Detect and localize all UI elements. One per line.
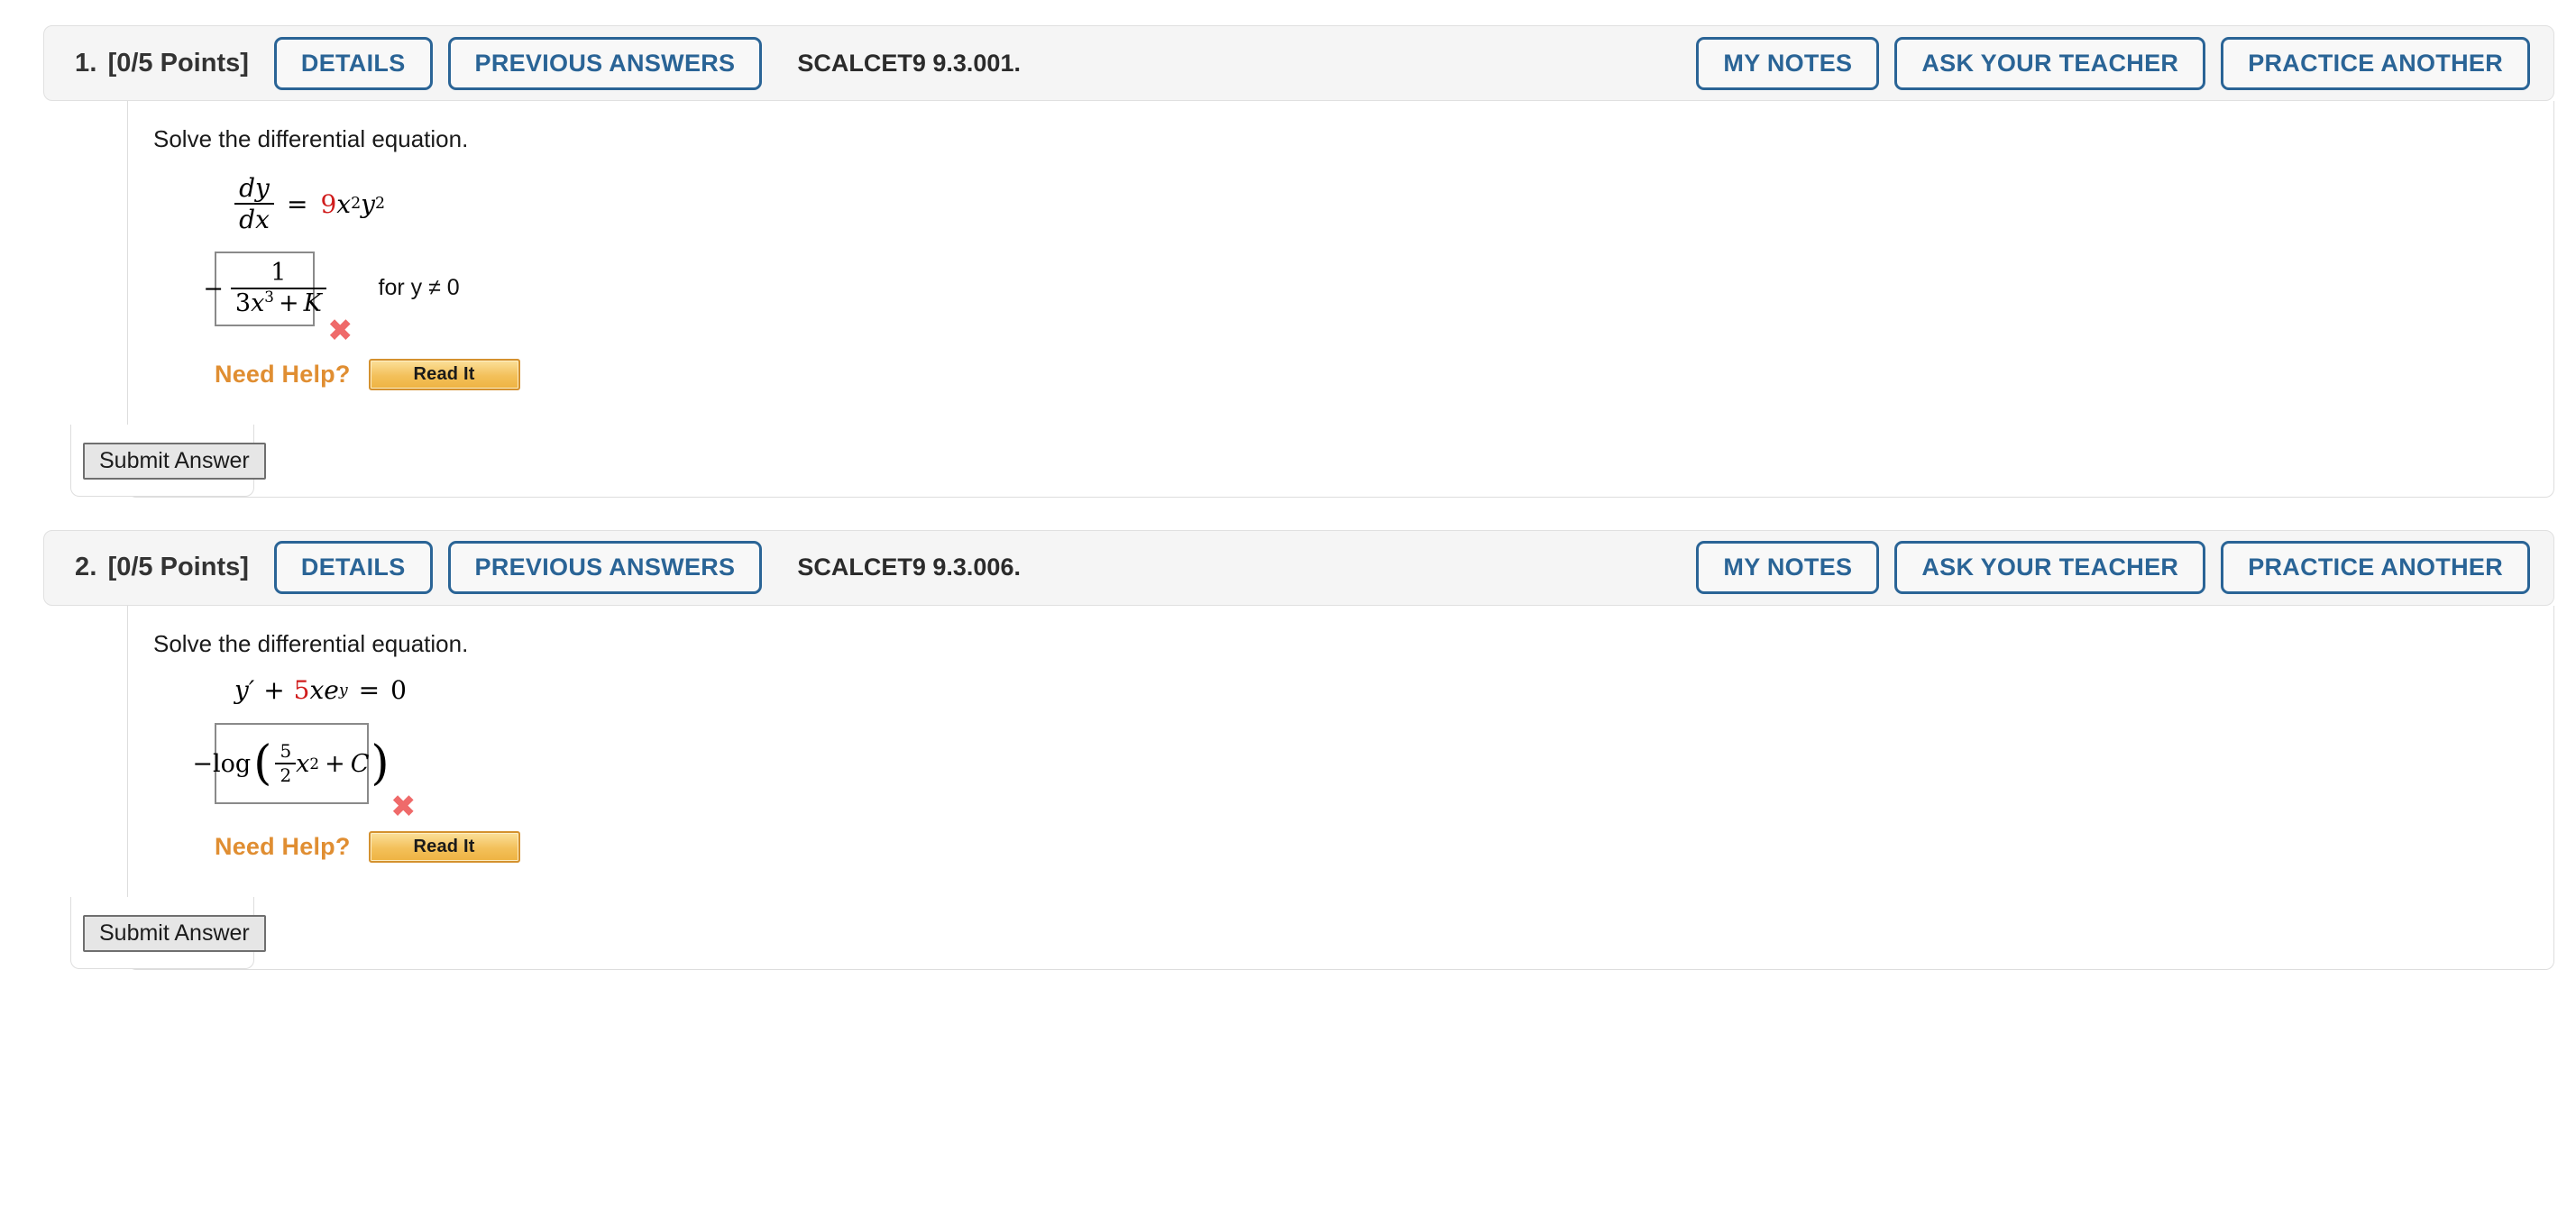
- question-2-need-help-row: Need Help? Read It: [215, 831, 2553, 864]
- question-1-header: 1. [0/5 Points] DETAILS PREVIOUS ANSWERS…: [43, 25, 2554, 101]
- answer-den-var: x: [251, 289, 265, 318]
- question-gap: [0, 498, 2576, 530]
- question-1-body: Solve the differential equation. dy dx =…: [70, 101, 2554, 498]
- ask-your-teacher-button[interactable]: ASK YOUR TEACHER: [1894, 36, 2206, 90]
- derivative-denominator: dx: [239, 205, 270, 235]
- answer-paren-open: (: [253, 737, 272, 791]
- answer-coefficient-fraction: 5 2: [275, 740, 297, 787]
- need-help-label: Need Help?: [215, 833, 351, 861]
- practice-another-button[interactable]: PRACTICE ANOTHER: [2221, 541, 2530, 595]
- question-points: [0/5 Points]: [107, 48, 249, 78]
- incorrect-icon: ✖: [327, 312, 353, 349]
- header-actions: MY NOTES ASK YOUR TEACHER PRACTICE ANOTH…: [1696, 36, 2530, 90]
- answer-frac-denominator: 2: [280, 764, 292, 787]
- answer-minus-log: −log: [192, 749, 252, 778]
- practice-another-button[interactable]: PRACTICE ANOTHER: [2221, 36, 2530, 90]
- question-block-2: 2. [0/5 Points] DETAILS PREVIOUS ANSWERS…: [0, 529, 2576, 971]
- question-1-equation: dy dx = 9 x2y2: [234, 172, 2553, 235]
- question-2-body: Solve the differential equation. y′ + 5 …: [70, 605, 2554, 971]
- question-code: SCALCET9 9.3.006.: [797, 554, 1021, 581]
- answer-paren-close: ): [371, 737, 390, 791]
- answer-den-exponent: 3: [264, 288, 274, 306]
- question-2-equation: y′ + 5 xey = 0: [234, 675, 407, 706]
- question-prompt: Solve the differential equation.: [153, 125, 469, 152]
- answer-constant: C: [350, 749, 370, 778]
- details-button[interactable]: DETAILS: [273, 541, 433, 595]
- read-it-button[interactable]: Read It: [368, 831, 520, 864]
- equation-y-base: y: [361, 188, 375, 219]
- answer-denominator: 3x3 + K: [231, 289, 326, 316]
- answer-den-plus: +: [278, 289, 299, 318]
- equation-coefficient: 9: [320, 188, 337, 219]
- answer-frac-numerator: 5: [280, 740, 292, 763]
- header-actions: MY NOTES ASK YOUR TEACHER PRACTICE ANOTH…: [1696, 541, 2530, 595]
- question-1-answer-row: − 1 3x3 + K ✖ for y ≠ 0: [203, 251, 2553, 346]
- question-1-need-help-row: Need Help? Read It: [215, 358, 2553, 390]
- submit-answer-button[interactable]: Submit Answer: [83, 915, 266, 953]
- assignment-page: 1. [0/5 Points] DETAILS PREVIOUS ANSWERS…: [0, 0, 2576, 971]
- answer-condition: for y ≠ 0: [378, 274, 460, 300]
- details-button[interactable]: DETAILS: [273, 36, 433, 90]
- question-block-1: 1. [0/5 Points] DETAILS PREVIOUS ANSWERS…: [0, 25, 2576, 498]
- answer-input-2[interactable]: −log ( 5 2 x2 + C ): [192, 723, 390, 805]
- read-it-button[interactable]: Read It: [368, 358, 520, 390]
- equation-x-variable: x: [309, 675, 325, 706]
- my-notes-button[interactable]: MY NOTES: [1696, 36, 1880, 90]
- question-2-header: 2. [0/5 Points] DETAILS PREVIOUS ANSWERS…: [43, 529, 2554, 606]
- previous-answers-button[interactable]: PREVIOUS ANSWERS: [447, 541, 763, 595]
- answer-plus-sign: +: [325, 749, 345, 778]
- answer-x-variable: x: [296, 749, 310, 778]
- question-2-submit-area: Submit Answer: [70, 897, 2553, 970]
- equals-sign: =: [287, 188, 308, 219]
- derivative-numerator: dy: [239, 172, 270, 203]
- my-notes-button[interactable]: MY NOTES: [1696, 541, 1880, 595]
- answer-fraction: 1 3x3 + K: [230, 258, 326, 317]
- equals-sign: =: [358, 675, 380, 706]
- incorrect-icon: ✖: [390, 789, 417, 826]
- answer-numerator: 1: [270, 258, 287, 287]
- answer-den-coef: 3: [234, 289, 252, 318]
- equation-coefficient: 5: [293, 675, 310, 706]
- question-code: SCALCET9 9.3.001.: [797, 49, 1021, 77]
- question-2-answer-row: −log ( 5 2 x2 + C ) ✖: [192, 723, 2553, 822]
- previous-answers-button[interactable]: PREVIOUS ANSWERS: [447, 36, 763, 90]
- equation-y-prime: y′: [234, 675, 255, 706]
- equation-rhs-zero: 0: [390, 675, 407, 706]
- need-help-label: Need Help?: [215, 360, 351, 388]
- ask-your-teacher-button[interactable]: ASK YOUR TEACHER: [1894, 541, 2206, 595]
- answer-den-constant: K: [303, 289, 322, 318]
- question-1-submit-area: Submit Answer: [70, 424, 2553, 497]
- question-points: [0/5 Points]: [107, 553, 249, 582]
- equation-plus-sign: +: [263, 675, 285, 706]
- equation-e-base: e: [324, 675, 339, 706]
- question-prompt: Solve the differential equation.: [153, 629, 469, 657]
- question-number: 2.: [75, 553, 97, 582]
- answer-minus-sign: −: [203, 274, 224, 303]
- question-number: 1.: [75, 48, 97, 78]
- derivative-fraction: dy dx: [234, 172, 274, 235]
- equation-x-base: x: [336, 188, 352, 219]
- submit-answer-button[interactable]: Submit Answer: [83, 442, 266, 480]
- answer-input-1[interactable]: − 1 3x3 + K: [203, 251, 326, 326]
